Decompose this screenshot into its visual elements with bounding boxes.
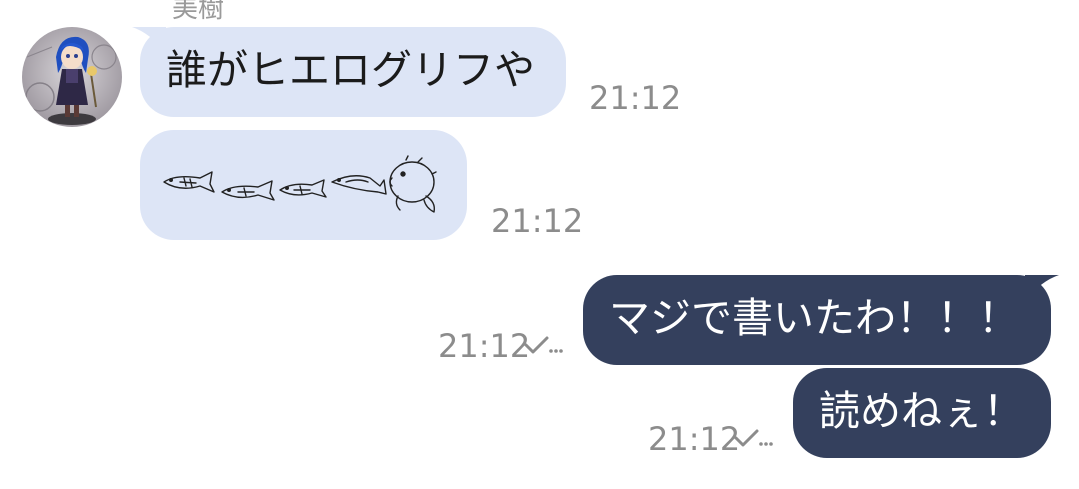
outgoing-message-bubble[interactable]: 読めねぇ！ (793, 368, 1051, 458)
fish-doodle-image (163, 155, 437, 213)
incoming-message-bubble[interactable]: 誰がヒエログリフや (140, 27, 566, 117)
image-timestamp: 21:12 (491, 202, 584, 240)
bubble-tail-icon (1025, 275, 1059, 301)
read-check-icon (524, 336, 563, 354)
outgoing-message-bubble[interactable]: マジで書いたわ！！！ (583, 275, 1051, 365)
message-text: マジで書いたわ！！！ (609, 294, 1019, 342)
avatar[interactable] (22, 27, 122, 127)
sender-name: 美樹 (172, 0, 225, 24)
message-timestamp: 21:12 (648, 420, 741, 458)
read-check-icon (734, 429, 773, 447)
incoming-image-bubble[interactable] (140, 130, 467, 240)
message-timestamp: 21:12 (589, 79, 682, 117)
bubble-tail-icon (132, 27, 166, 53)
avatar-image (22, 27, 122, 127)
message-timestamp: 21:12 (438, 327, 531, 365)
message-text: 誰がヒエログリフや (166, 46, 535, 94)
message-text: 読めねぇ！ (819, 387, 1024, 435)
